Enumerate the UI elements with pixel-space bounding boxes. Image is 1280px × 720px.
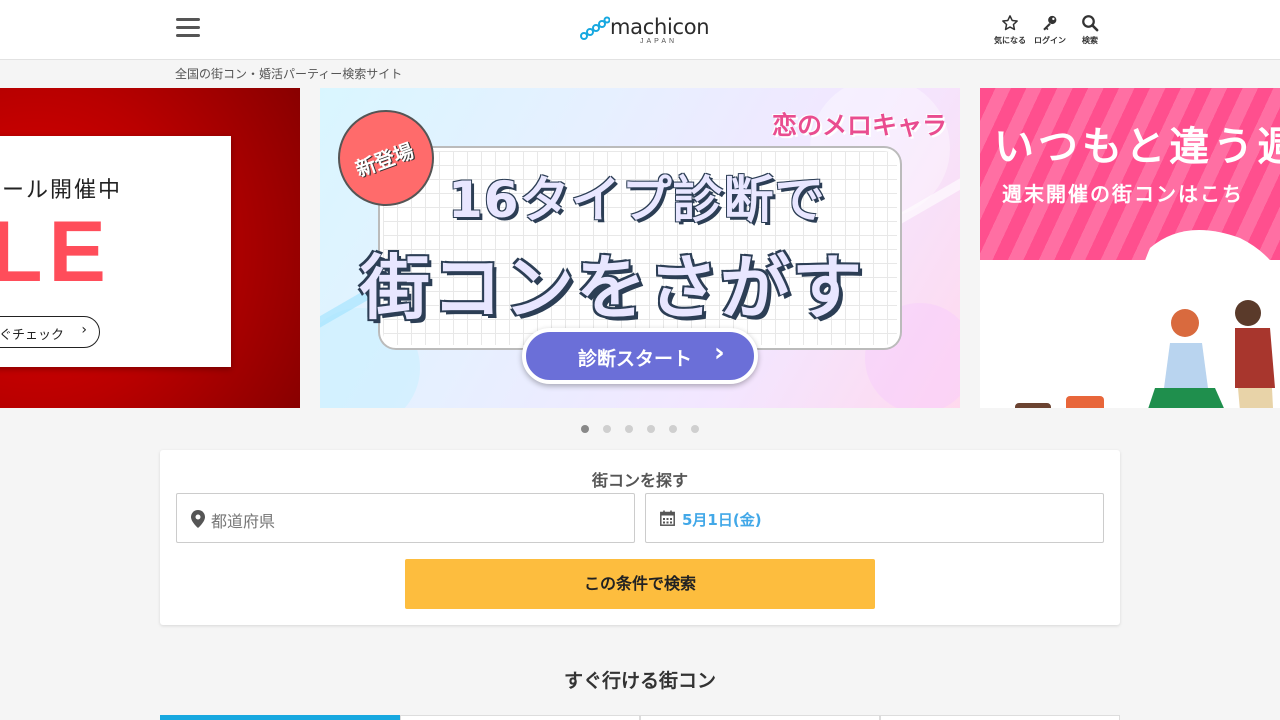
diagnosis-start-label: 診断スタート (578, 348, 693, 370)
calendar-icon (660, 510, 675, 526)
site-logo[interactable]: machicon JAPAN (580, 14, 710, 48)
banner-headline-line2: 街コンをさがす (360, 247, 864, 329)
search-label: 検索 (1082, 36, 1098, 45)
nearby-events-title: すぐ行ける街コン (563, 670, 716, 692)
login-button[interactable]: ログイン (1030, 14, 1070, 46)
sale-check-label: ぐチェック (0, 328, 65, 343)
logo-mark-icon (580, 16, 610, 40)
carousel-dot-2[interactable] (603, 425, 611, 433)
tab-4[interactable] (880, 715, 1120, 720)
logo-subtext: JAPAN (640, 38, 678, 45)
carousel-dot-5[interactable] (669, 425, 677, 433)
weekend-headline: いつもと違う週 (994, 124, 1280, 170)
couple-illustration (1015, 230, 1280, 408)
sale-check-button[interactable]: ぐチェック › (0, 316, 100, 348)
search-panel-title: 街コンを探す (591, 471, 688, 490)
diagnosis-start-button[interactable]: 診断スタート › (522, 328, 758, 384)
date-picker[interactable]: 5月1日(金) (645, 493, 1104, 543)
favorite-label: 気になる (994, 36, 1026, 45)
carousel-slide-diagnosis[interactable]: 恋のメロキャラ 新登場 16タイプ診断で 街コンをさがす 診断スタート › (320, 88, 960, 408)
tab-3[interactable] (640, 715, 880, 720)
hamburger-menu-icon[interactable] (176, 18, 200, 42)
new-badge-label: 新登場 (352, 138, 417, 182)
new-badge: 新登場 (338, 110, 434, 206)
carousel-slide-sale[interactable]: ール開催中 LE ぐチェック › (0, 88, 300, 408)
star-icon (1002, 15, 1018, 31)
site-tagline: 全国の街コン・婚活パーティー検索サイト (175, 67, 403, 81)
brand-logo-text: 恋のメロキャラ (772, 111, 948, 140)
sale-heading: ール開催中 (2, 178, 123, 203)
tab-2[interactable] (400, 715, 640, 720)
chevron-right-icon: › (81, 322, 87, 338)
event-search-panel: 街コンを探す 都道府県 5月1日(金) この条件で検索 (160, 450, 1120, 625)
nearby-events-tabs (160, 715, 1120, 720)
search-button[interactable]: 検索 (1070, 14, 1110, 46)
key-icon (1043, 15, 1057, 31)
carousel-slide-weekend[interactable]: いつもと違う週 週末開催の街コンはこち (980, 88, 1280, 408)
search-icon (1082, 15, 1099, 32)
login-label: ログイン (1034, 36, 1066, 45)
map-pin-icon (191, 510, 205, 528)
carousel-dot-3[interactable] (625, 425, 633, 433)
search-submit-button[interactable]: この条件で検索 (405, 559, 875, 609)
logo-text: machicon (610, 15, 710, 39)
carousel-dot-4[interactable] (647, 425, 655, 433)
site-header: machicon JAPAN 気になる ログイン 検索 (0, 0, 1280, 60)
carousel-dot-6[interactable] (691, 425, 699, 433)
tab-1[interactable] (160, 715, 400, 720)
chevron-right-icon: › (714, 338, 725, 368)
banner-headline-line1: 16タイプ診断で (448, 171, 826, 229)
favorite-button[interactable]: 気になる (990, 14, 1030, 46)
prefecture-select[interactable]: 都道府県 (176, 493, 635, 543)
prefecture-placeholder: 都道府県 (211, 512, 276, 531)
sale-big-text: LE (0, 204, 112, 300)
selected-date: 5月1日(金) (682, 511, 762, 529)
carousel-dot-1[interactable] (581, 425, 589, 433)
